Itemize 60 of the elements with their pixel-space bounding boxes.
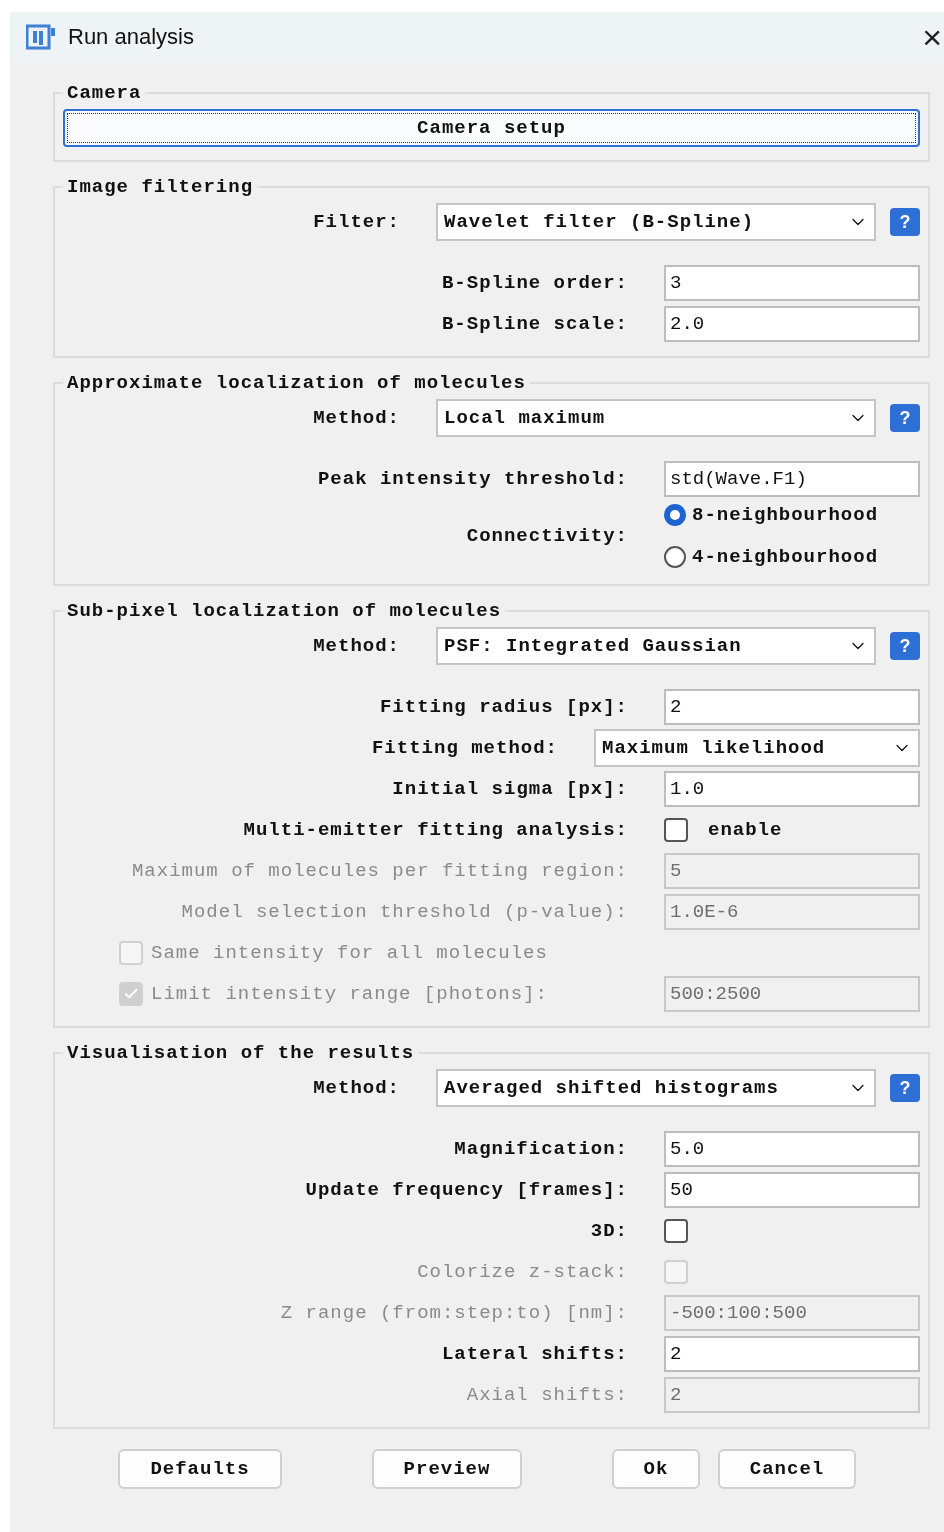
group-title: Visualisation of the results bbox=[66, 1042, 416, 1064]
input-field[interactable]: 50 bbox=[664, 1172, 920, 1208]
field-label: Fitting radius [px]: bbox=[378, 696, 629, 718]
field-label: Peak intensity threshold: bbox=[316, 468, 629, 490]
dialog-button[interactable]: Preview bbox=[372, 1449, 522, 1489]
help-button[interactable]: ? bbox=[890, 208, 920, 236]
dropdown[interactable]: Averaged shifted histograms bbox=[436, 1069, 876, 1107]
checkbox-label: Same intensity for all molecules bbox=[151, 942, 548, 964]
field-label: Fitting method: bbox=[370, 737, 559, 759]
input-field[interactable]: 2 bbox=[664, 1336, 920, 1372]
field-label: Lateral shifts: bbox=[440, 1343, 629, 1365]
dialog-button[interactable]: Ok bbox=[612, 1449, 700, 1489]
checkbox[interactable] bbox=[664, 1219, 688, 1243]
field-label: Maximum of molecules per fitting region: bbox=[130, 860, 629, 882]
field-label: Method: bbox=[312, 1077, 401, 1099]
radio-option[interactable]: 8-neighbourhood bbox=[664, 504, 920, 526]
help-button[interactable]: ? bbox=[890, 1074, 920, 1102]
dropdown[interactable]: Local maximum bbox=[436, 399, 876, 437]
camera-setup-button[interactable]: Camera setup bbox=[63, 109, 920, 147]
input-field[interactable]: 5.0 bbox=[664, 1131, 920, 1167]
field-label: Model selection threshold (p-value): bbox=[180, 901, 629, 923]
group-title: Approximate localization of molecules bbox=[66, 372, 527, 394]
input-field[interactable]: 1.0 bbox=[664, 771, 920, 807]
dropdown[interactable]: Wavelet filter (B-Spline) bbox=[436, 203, 876, 241]
group-title: Camera bbox=[66, 82, 143, 104]
input-field[interactable]: std(Wave.F1) bbox=[664, 461, 920, 497]
input-field[interactable]: 3 bbox=[664, 265, 920, 301]
radio-option[interactable]: 4-neighbourhood bbox=[664, 546, 920, 568]
field-label: Axial shifts: bbox=[465, 1384, 629, 1406]
field-label: Filter: bbox=[312, 211, 401, 233]
field-label: 3D: bbox=[589, 1220, 629, 1242]
close-button[interactable]: × bbox=[922, 20, 944, 54]
help-button[interactable]: ? bbox=[890, 404, 920, 432]
group-title: Image filtering bbox=[66, 176, 255, 198]
field-label: Magnification: bbox=[453, 1138, 629, 1160]
field-label: Method: bbox=[312, 635, 401, 657]
dropdown[interactable]: PSF: Integrated Gaussian bbox=[436, 627, 876, 665]
field-label: Update frequency [frames]: bbox=[304, 1179, 629, 1201]
checkbox[interactable] bbox=[664, 818, 688, 842]
dialog-button[interactable]: Defaults bbox=[118, 1449, 282, 1489]
input-field[interactable]: 2 bbox=[664, 689, 920, 725]
dropdown[interactable]: Maximum likelihood bbox=[594, 729, 920, 767]
checkbox-label: enable bbox=[708, 819, 783, 841]
field-label: Multi-emitter fitting analysis: bbox=[242, 819, 629, 841]
help-button[interactable]: ? bbox=[890, 632, 920, 660]
app-icon bbox=[26, 24, 56, 50]
field-label: Z range (from:step:to) [nm]: bbox=[279, 1302, 629, 1324]
dialog-button[interactable]: Cancel bbox=[718, 1449, 856, 1489]
window-title: Run analysis bbox=[68, 24, 195, 50]
field-label: Method: bbox=[312, 407, 401, 429]
field-label: Initial sigma [px]: bbox=[391, 778, 629, 800]
checkbox-label: Limit intensity range [photons]: bbox=[151, 983, 548, 1005]
radio-button[interactable] bbox=[664, 546, 686, 568]
input-field[interactable]: 2.0 bbox=[664, 306, 920, 342]
group-title: Sub-pixel localization of molecules bbox=[66, 600, 503, 622]
field-label: B-Spline order: bbox=[440, 272, 629, 294]
field-label: B-Spline scale: bbox=[440, 313, 629, 335]
field-label: Connectivity: bbox=[465, 525, 629, 547]
radio-button[interactable] bbox=[664, 504, 686, 526]
field-label: Colorize z-stack: bbox=[416, 1261, 629, 1283]
